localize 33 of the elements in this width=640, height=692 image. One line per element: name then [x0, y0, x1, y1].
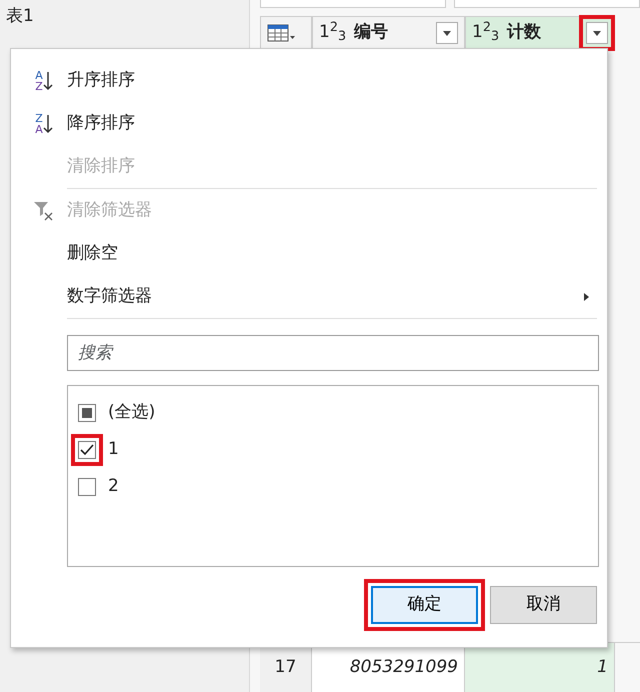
checkbox-label: (全选) [108, 400, 156, 424]
checkbox[interactable] [78, 404, 96, 422]
clear-filter-icon[interactable] [33, 200, 55, 222]
menu-item[interactable]: 升序排序 [67, 68, 135, 94]
checkbox[interactable] [78, 440, 96, 458]
table-cell: 1 [465, 643, 615, 692]
formula-field[interactable] [454, 0, 640, 8]
formula-field[interactable] [260, 0, 446, 8]
query-title: 表1 [6, 6, 34, 26]
check-icon [80, 444, 94, 456]
checkbox-label: 1 [108, 438, 119, 461]
menu-item: 清除排序 [67, 154, 135, 178]
column-label: 编号 [354, 21, 390, 44]
column-header[interactable]: 1$^{2}$$_{3}$ 计数 [465, 16, 615, 50]
menu-item[interactable]: 降序排序 [67, 110, 135, 136]
cancel-button[interactable]: 取消 [490, 586, 597, 624]
menu-item[interactable]: 删除空 [67, 240, 118, 266]
filter-dropdown-button[interactable] [586, 22, 608, 44]
search-field[interactable]: 搜索 [67, 335, 599, 371]
column-header[interactable] [260, 16, 312, 50]
caret-icon [593, 30, 601, 36]
partial-square-icon [82, 408, 92, 418]
caret-icon [443, 30, 451, 36]
submenu-arrow-icon [584, 292, 589, 300]
column-label: 计数 [507, 21, 542, 44]
menu-item: 清除筛选器 [67, 198, 152, 222]
checkbox[interactable] [78, 478, 96, 496]
table-menu-icon[interactable] [267, 23, 297, 43]
checkbox-label: 2 [108, 474, 119, 498]
filter-dropdown-button[interactable] [436, 22, 458, 44]
column-header[interactable]: 1$^{2}$$_{3}$ 编号 [312, 16, 465, 50]
ok-button[interactable]: 确定 [371, 586, 478, 624]
menu-item[interactable]: 数字筛选器 [67, 284, 152, 310]
